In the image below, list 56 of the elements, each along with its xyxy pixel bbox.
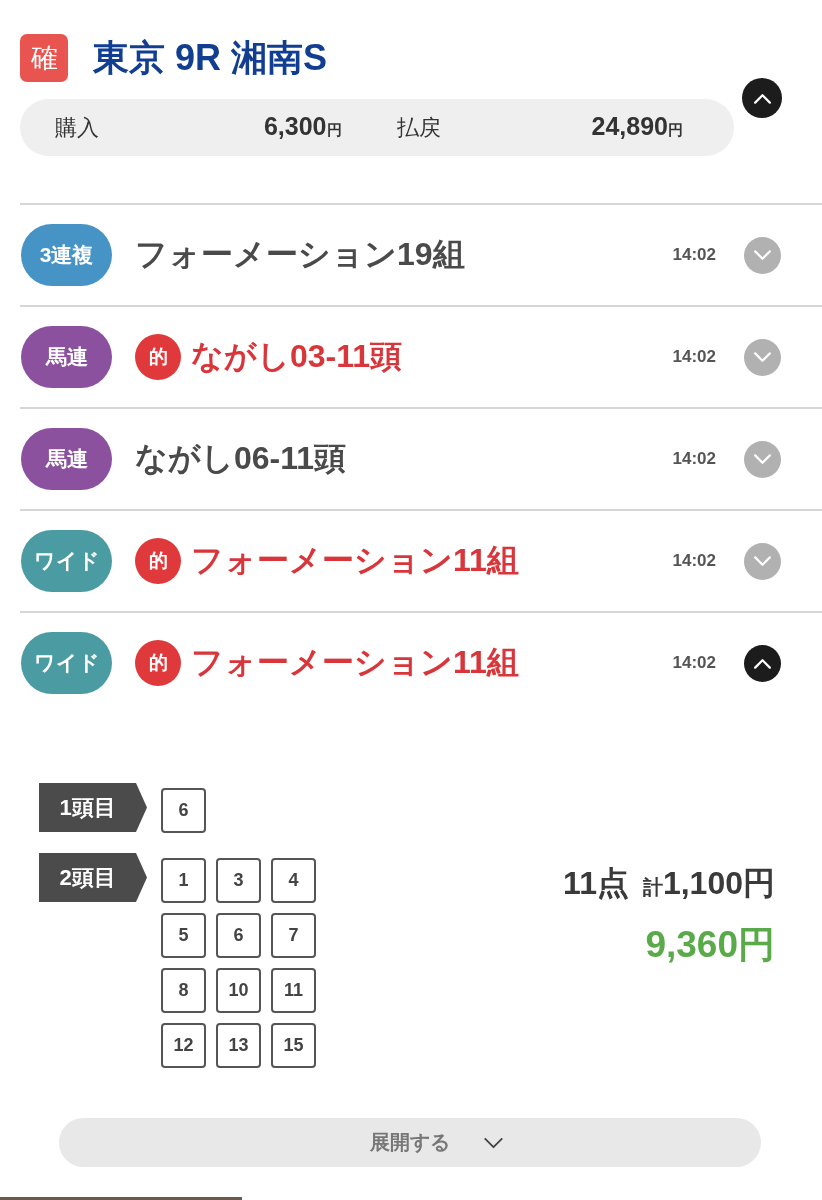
bet-type-badge: ワイド bbox=[21, 530, 112, 592]
status-badge: 確 bbox=[20, 34, 68, 82]
chevron-down-icon bbox=[753, 249, 772, 261]
row-toggle-button[interactable] bbox=[744, 338, 781, 376]
horse-number: 6 bbox=[161, 788, 206, 833]
bet-type-badge: ワイド bbox=[21, 632, 112, 694]
race-title: 東京 9R 湘南S bbox=[93, 36, 328, 80]
chevron-up-icon bbox=[753, 657, 772, 669]
horse-number: 15 bbox=[271, 1023, 316, 1068]
bet-time: 14:02 bbox=[672, 551, 716, 571]
horse-number: 3 bbox=[216, 858, 261, 903]
bet-time: 14:02 bbox=[672, 449, 716, 469]
total-amount: 計1,100円 bbox=[642, 864, 775, 903]
chevron-down-icon bbox=[753, 555, 772, 567]
chevron-down-icon bbox=[753, 351, 772, 363]
hit-marker: 的 bbox=[135, 640, 181, 686]
horse-number: 10 bbox=[216, 968, 261, 1013]
collapse-toggle-button[interactable] bbox=[742, 78, 782, 118]
bet-description: ながし03-11頭 bbox=[191, 337, 403, 376]
payout-total: 24,890円 bbox=[591, 112, 683, 141]
position-tag: 2頭目 bbox=[39, 853, 147, 902]
horse-number: 11 bbox=[271, 968, 316, 1013]
chevron-up-icon bbox=[752, 92, 772, 104]
horse-number: 4 bbox=[271, 858, 316, 903]
points-count: 11点 bbox=[563, 864, 629, 903]
payout-amount: 9,360円 bbox=[645, 923, 775, 967]
horse-number: 1 bbox=[161, 858, 206, 903]
bet-description: フォーメーション11組 bbox=[191, 643, 519, 682]
bet-time: 14:02 bbox=[672, 347, 716, 367]
bet-description: ながし06-11頭 bbox=[135, 439, 347, 478]
horse-number: 5 bbox=[161, 913, 206, 958]
bet-type-badge: 馬連 bbox=[21, 428, 112, 490]
row-toggle-button[interactable] bbox=[744, 440, 781, 478]
horse-number: 12 bbox=[161, 1023, 206, 1068]
bet-time: 14:02 bbox=[672, 653, 716, 673]
row-toggle-button[interactable] bbox=[744, 542, 781, 580]
expand-button[interactable]: 展開する bbox=[59, 1118, 761, 1167]
hit-marker: 的 bbox=[135, 538, 181, 584]
horse-number: 7 bbox=[271, 913, 316, 958]
horse-number: 6 bbox=[216, 913, 261, 958]
horse-number: 8 bbox=[161, 968, 206, 1013]
payout-label: 払戻 bbox=[396, 114, 441, 142]
bet-type-badge: 3連複 bbox=[21, 224, 112, 286]
purchase-amount: 6,300円 bbox=[263, 112, 342, 141]
position-tag: 1頭目 bbox=[39, 783, 147, 832]
row-toggle-button[interactable] bbox=[744, 236, 781, 274]
chevron-down-icon bbox=[483, 1136, 504, 1149]
chevron-down-icon bbox=[753, 453, 772, 465]
bet-type-badge: 馬連 bbox=[21, 326, 112, 388]
bet-description: フォーメーション19組 bbox=[135, 235, 465, 274]
bet-description: フォーメーション11組 bbox=[191, 541, 519, 580]
hit-marker: 的 bbox=[135, 334, 181, 380]
purchase-label: 購入 bbox=[55, 114, 99, 142]
bet-time: 14:02 bbox=[672, 245, 716, 265]
row-toggle-button[interactable] bbox=[744, 644, 781, 682]
horse-number: 13 bbox=[216, 1023, 261, 1068]
